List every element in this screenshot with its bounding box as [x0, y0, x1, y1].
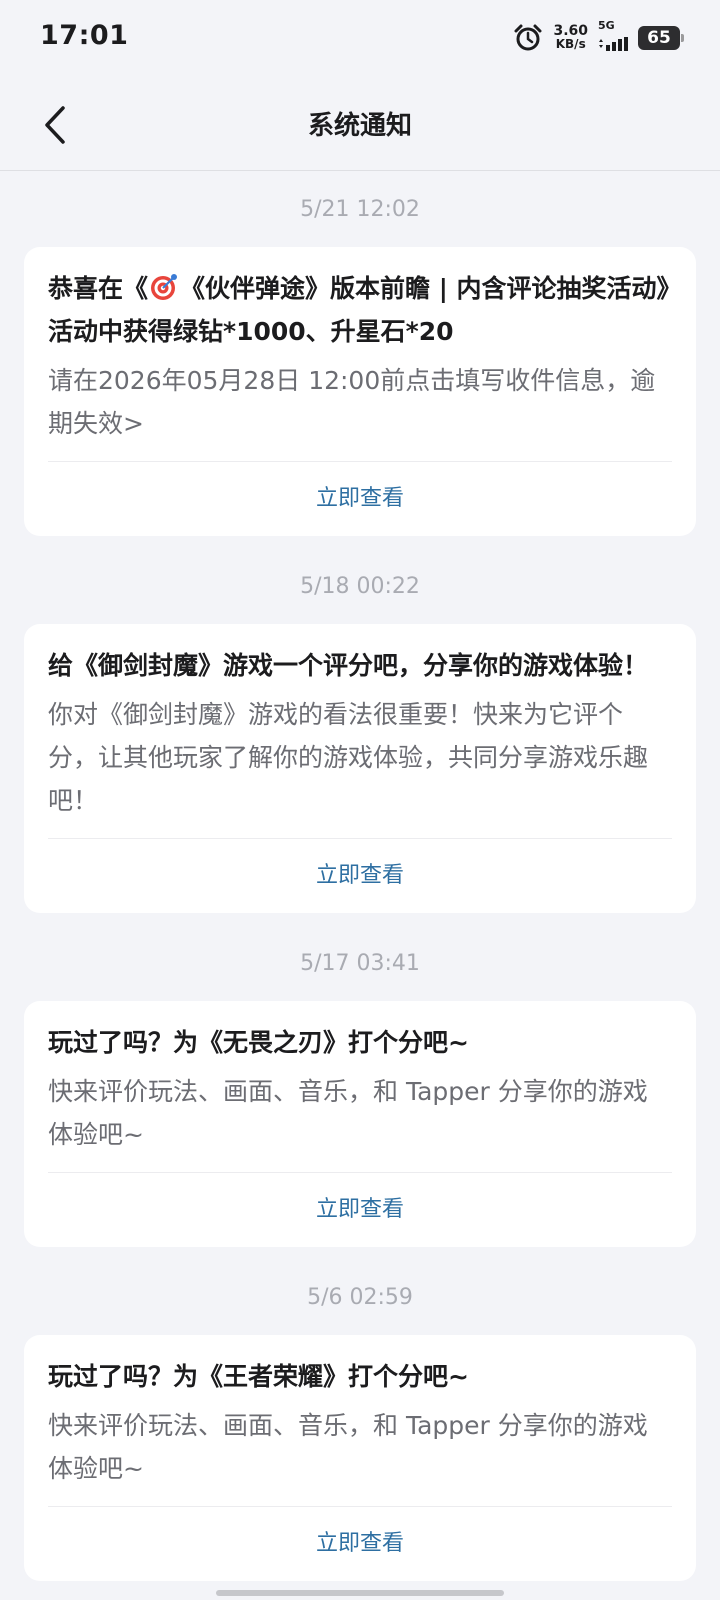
network-speed-unit: KB/s — [555, 37, 586, 51]
view-now-button[interactable]: 立即查看 — [48, 462, 672, 536]
page-title: 系统通知 — [307, 111, 412, 141]
notification-body: 快来评价玩法、画面、音乐，和 Tapper 分享你的游戏体验吧~ — [48, 1064, 672, 1173]
battery-level: 65 — [647, 28, 671, 48]
cellular-block: 5G — [598, 20, 632, 56]
nav-header: 系统通知 — [0, 78, 720, 171]
notification-body: 快来评价玩法、画面、音乐，和 Tapper 分享你的游戏体验吧~ — [48, 1398, 672, 1507]
home-indicator[interactable] — [216, 1590, 504, 1596]
notification-body[interactable]: 请在2026年05月28日 12:00前点击填写收件信息，逾期失效> — [48, 353, 672, 462]
notification-list: 5/21 12:02 恭喜在《 《伙伴弹途》版本前瞻 | 内含评论抽奖活动》活动… — [0, 171, 720, 1581]
view-now-button[interactable]: 立即查看 — [48, 1173, 672, 1247]
network-speed: 3.60 KB/s — [553, 24, 588, 51]
view-now-button[interactable]: 立即查看 — [48, 839, 672, 913]
status-icons: 3.60 KB/s 5G 65 — [513, 20, 684, 56]
notification-title: 玩过了吗？为《无畏之刃》打个分吧~ — [48, 1028, 469, 1057]
network-type-label: 5G — [598, 19, 615, 32]
alarm-clock-icon — [514, 24, 542, 51]
notification-timestamp: 5/18 00:22 — [300, 574, 420, 599]
notification-card: 玩过了吗？为《王者荣耀》打个分吧~ 快来评价玩法、画面、音乐，和 Tapper … — [24, 1335, 696, 1581]
status-time: 17:01 — [40, 20, 129, 51]
target-emoji-icon — [151, 274, 178, 300]
notification-title: 恭喜在《 《伙伴弹途》版本前瞻 | 内含评论抽奖活动》活动中获得绿钻*1000、… — [48, 247, 672, 353]
status-bar: 17:01 3.60 KB/s 5G 65 — [0, 0, 720, 78]
signal-strength-icon — [599, 37, 628, 51]
view-now-button[interactable]: 立即查看 — [48, 1507, 672, 1581]
battery-icon: 65 — [638, 26, 684, 50]
notification-card: 给《御剑封魔》游戏一个评分吧，分享你的游戏体验！ 你对《御剑封魔》游戏的看法很重… — [24, 624, 696, 913]
notification-title: 给《御剑封魔》游戏一个评分吧，分享你的游戏体验！ — [48, 651, 649, 680]
notification-title: 玩过了吗？为《王者荣耀》打个分吧~ — [48, 1362, 469, 1391]
notification-body: 你对《御剑封魔》游戏的看法很重要！快来为它评个分，让其他玩家了解你的游戏体验，共… — [48, 687, 672, 839]
notification-timestamp: 5/21 12:02 — [300, 197, 420, 222]
notification-card: 玩过了吗？为《无畏之刃》打个分吧~ 快来评价玩法、画面、音乐，和 Tapper … — [24, 1001, 696, 1247]
notification-timestamp: 5/17 03:41 — [300, 951, 420, 976]
notification-timestamp: 5/6 02:59 — [307, 1285, 413, 1310]
notification-card: 恭喜在《 《伙伴弹途》版本前瞻 | 内含评论抽奖活动》活动中获得绿钻*1000、… — [24, 247, 696, 536]
notification-title-prefix: 恭喜在《 — [48, 274, 149, 303]
